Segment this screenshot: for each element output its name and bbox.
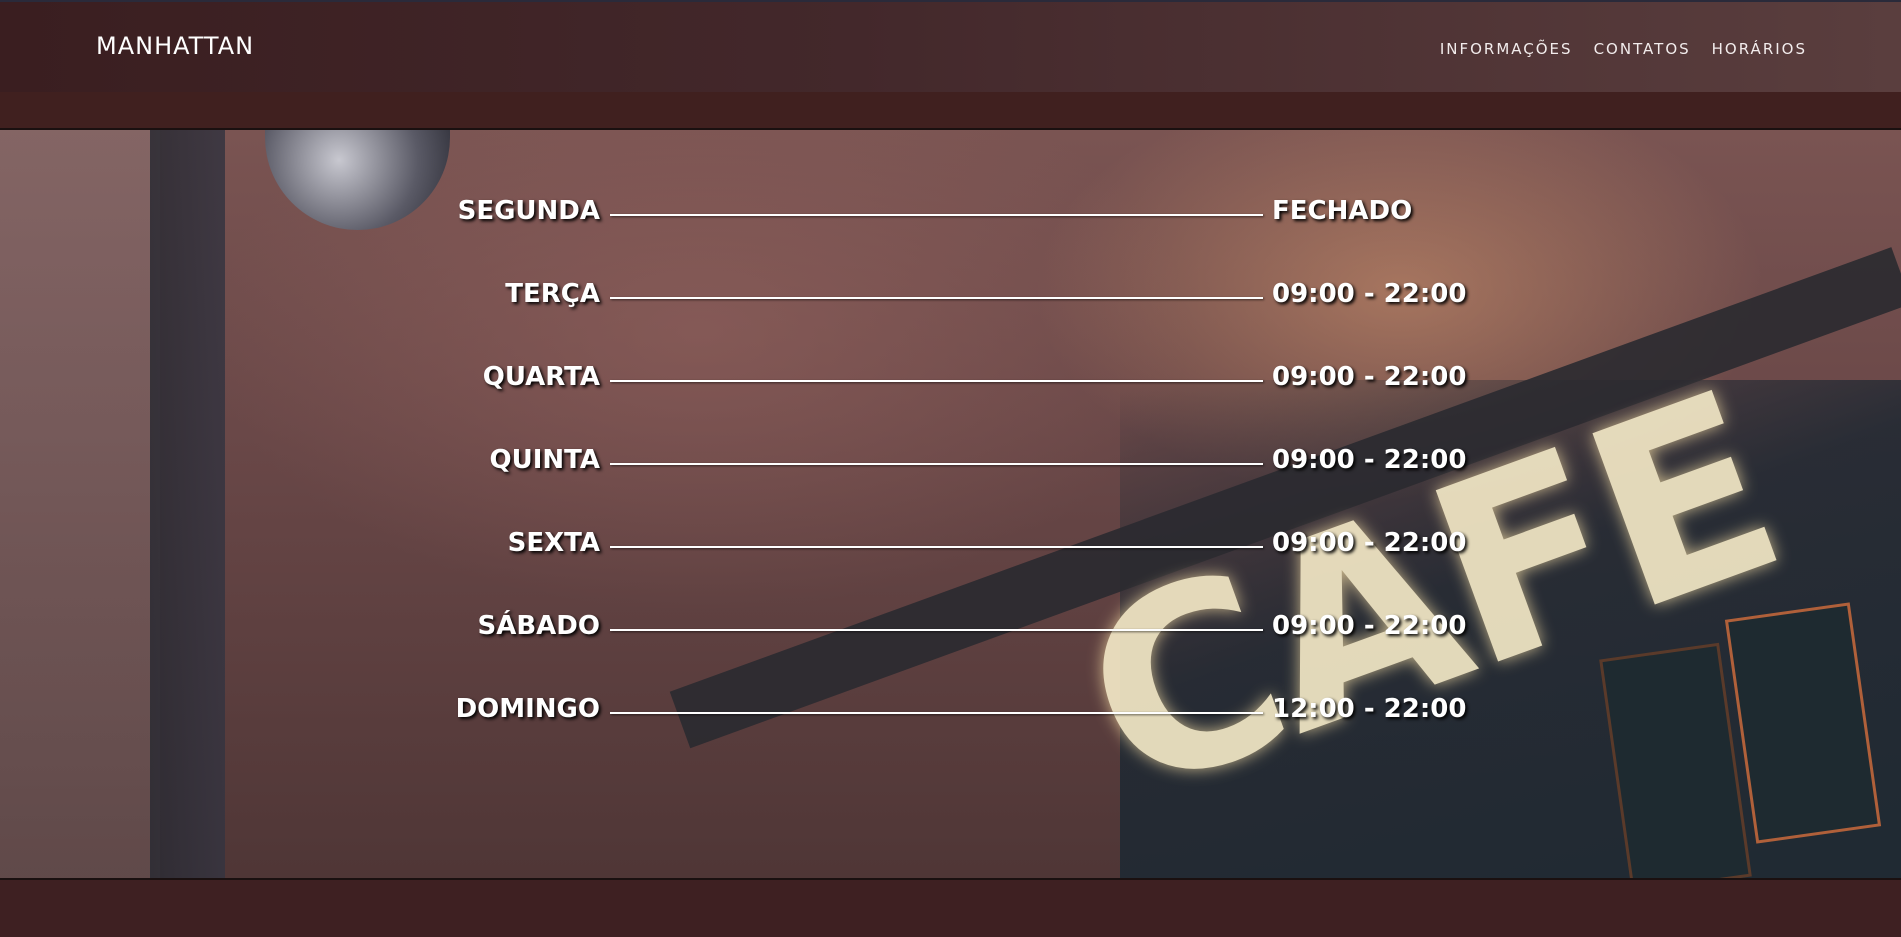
day-label: SÁBADO — [477, 611, 600, 641]
hours-row: SEXTA 09:00 - 22:00 — [0, 528, 1901, 568]
time-label: 09:00 - 22:00 — [1272, 445, 1467, 475]
main-nav: INFORMAÇÕES CONTATOS HORÁRIOS — [1419, 40, 1807, 58]
time-label: FECHADO — [1272, 196, 1413, 226]
time-label: 12:00 - 22:00 — [1272, 694, 1467, 724]
hours-row: SEGUNDA FECHADO — [0, 196, 1901, 236]
divider-line — [610, 463, 1263, 465]
time-label: 09:00 - 22:00 — [1272, 279, 1467, 309]
brand-logo[interactable]: MANHATTAN — [96, 32, 254, 60]
divider-line — [610, 629, 1263, 631]
time-label: 09:00 - 22:00 — [1272, 528, 1467, 558]
page-footer-strip — [0, 880, 1901, 937]
divider-line — [610, 546, 1263, 548]
header-spacer — [0, 92, 1901, 128]
nav-link-horarios[interactable]: HORÁRIOS — [1712, 40, 1807, 58]
time-label: 09:00 - 22:00 — [1272, 362, 1467, 392]
hours-row: DOMINGO 12:00 - 22:00 — [0, 694, 1901, 734]
divider-line — [610, 712, 1263, 714]
divider-line — [610, 214, 1263, 216]
nav-link-informacoes[interactable]: INFORMAÇÕES — [1440, 40, 1573, 58]
day-label: TERÇA — [505, 279, 600, 309]
hours-row: TERÇA 09:00 - 22:00 — [0, 279, 1901, 319]
divider-line — [610, 297, 1263, 299]
nav-link-contatos[interactable]: CONTATOS — [1594, 40, 1691, 58]
hours-row: QUARTA 09:00 - 22:00 — [0, 362, 1901, 402]
time-label: 09:00 - 22:00 — [1272, 611, 1467, 641]
top-navbar: MANHATTAN INFORMAÇÕES CONTATOS HORÁRIOS — [0, 0, 1901, 92]
opening-hours-list: SEGUNDA FECHADO TERÇA 09:00 - 22:00 QUAR… — [0, 130, 1901, 878]
divider-line — [610, 380, 1263, 382]
day-label: SEGUNDA — [457, 196, 600, 226]
day-label: QUINTA — [489, 445, 601, 475]
day-label: DOMINGO — [455, 694, 600, 724]
hours-row: SÁBADO 09:00 - 22:00 — [0, 611, 1901, 651]
day-label: SEXTA — [507, 528, 600, 558]
hours-row: QUINTA 09:00 - 22:00 — [0, 445, 1901, 485]
day-label: QUARTA — [482, 362, 600, 392]
hours-hero-section: CAFE SEGUNDA FECHADO TERÇA 09:00 - 22:00… — [0, 128, 1901, 880]
